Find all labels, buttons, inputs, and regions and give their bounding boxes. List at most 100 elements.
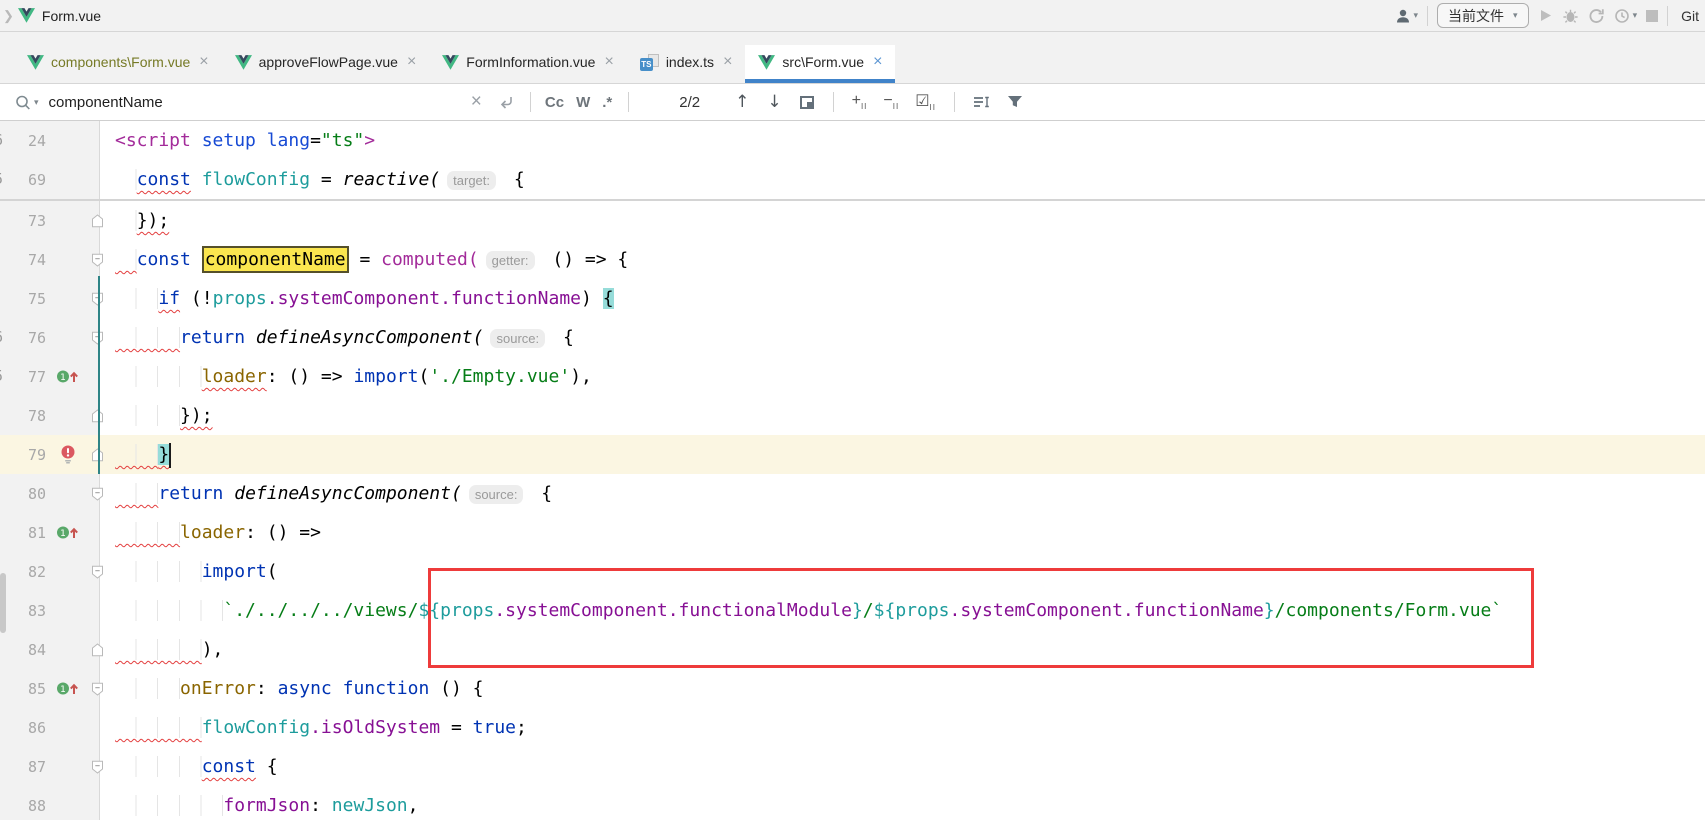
filter-icon[interactable] [999,95,1031,109]
code-line-73[interactable]: 73 }); [0,201,1705,240]
fold-down-icon[interactable] [90,253,115,267]
fold-up-icon[interactable] [90,448,115,462]
implementation-marker-icon[interactable]: 1 [46,680,90,697]
fold-down-icon[interactable] [90,331,115,345]
fold-down-icon[interactable] [90,565,115,579]
debug-button[interactable] [1562,8,1579,24]
clipped-edge-digit: 5 [0,367,3,385]
next-match-button[interactable]: ↓ [758,92,790,112]
code-line-74[interactable]: 74 const componentName = computed(getter… [0,240,1705,279]
code-line-86[interactable]: 86 flowConfig.isOldSystem = true; [0,708,1705,747]
search-input[interactable]: componentName [49,94,163,111]
code-line-69[interactable]: 69 const flowConfig = reactive(target: { [0,160,1705,199]
code-text: `./../../../views/${props.systemComponen… [115,591,1502,630]
tab-label: components\Form.vue [51,54,190,70]
rerun-coverage-button[interactable] [1588,8,1605,24]
line-number: 80 [0,485,46,503]
code-line-88[interactable]: 88 formJson: newJson, [0,786,1705,820]
close-tab-icon[interactable]: × [723,53,732,71]
code-text: formJson: newJson, [115,786,418,820]
words-toggle[interactable]: W [570,94,596,111]
vue-file-icon [18,8,35,23]
git-menu[interactable]: Git [1681,8,1699,24]
search-in-selection-button[interactable] [965,95,999,109]
code-line-82[interactable]: 82 import( [0,552,1705,591]
line-number: 73 [0,212,46,230]
code-text: <script setup lang="ts"> [115,121,375,160]
implementation-marker-icon[interactable]: 1 [46,368,90,385]
match-count: 2/2 [679,94,700,111]
implementation-marker-icon[interactable]: 1 [46,524,90,541]
previous-match-button[interactable]: ↑ [726,92,758,112]
fold-up-icon[interactable] [90,643,115,657]
code-line-79[interactable]: 79 } [0,435,1705,474]
add-selection-button[interactable]: +II [844,92,876,111]
remove-selection-button[interactable]: −II [875,92,907,111]
breadcrumb-chevron-icon: ❯ [3,8,14,24]
code-text: const { [115,747,278,786]
code-line-83[interactable]: 83 `./../../../views/${props.systemCompo… [0,591,1705,630]
code-line-87[interactable]: 87 const { [0,747,1705,786]
line-number: 87 [0,758,46,776]
error-marker-icon[interactable] [46,445,90,464]
code-line-78[interactable]: 78 }); [0,396,1705,435]
code-line-24[interactable]: 24<script setup lang="ts"> [0,121,1705,160]
code-text: onError: async function () { [115,669,484,708]
code-line-77[interactable]: 771 loader: () => import('./Empty.vue'), [0,357,1705,396]
svg-text:1: 1 [60,685,66,695]
code-text: return defineAsyncComponent(source: { [115,318,574,357]
open-in-find-window-button[interactable] [800,96,814,109]
close-tab-icon[interactable]: × [604,53,613,71]
chevron-down-icon: ▾ [1414,10,1419,21]
code-line-75[interactable]: 75 if (!props.systemComponent.functionNa… [0,279,1705,318]
select-all-occurrences-button[interactable]: ☑II [907,91,944,112]
editor-tab-FormInformation.vue[interactable]: FormInformation.vue× [429,45,627,83]
close-tab-icon[interactable]: × [407,53,416,71]
regex-toggle[interactable]: .* [596,94,618,111]
editor-tab-components-Form.vue[interactable]: components\Form.vue × [14,45,222,83]
close-tab-icon[interactable]: × [873,53,882,71]
typescript-file-icon: TS [640,54,659,71]
run-configuration-label: 当前文件 [1448,6,1504,26]
code-text: const flowConfig = reactive(target: { [115,160,525,199]
run-configuration-selector[interactable]: 当前文件 ▾ [1437,3,1529,28]
stop-button[interactable] [1646,10,1658,22]
user-account-button[interactable]: ▾ [1395,8,1419,24]
clear-search-icon[interactable]: × [463,91,490,113]
editor-tab-approveFlowPage.vue[interactable]: approveFlowPage.vue× [222,45,430,83]
fold-down-icon[interactable] [90,292,115,306]
code-line-76[interactable]: 76 return defineAsyncComponent(source: { [0,318,1705,357]
newline-icon[interactable] [490,94,522,110]
fold-down-icon[interactable] [90,760,115,774]
line-number: 86 [0,719,46,737]
fold-up-icon[interactable] [90,214,115,228]
window-titlebar: ❯ Form.vue ▾ 当前文件 ▾ ▾ Git [0,0,1705,32]
find-bar: ▾ componentName × Cc W .* 2/2 ↑ ↓ +II −I… [0,84,1705,121]
code-text: loader: () => [115,513,321,552]
editor-tab-src-Form.vue[interactable]: src\Form.vue× [745,45,895,83]
fold-up-icon[interactable] [90,409,115,423]
chevron-down-icon: ▾ [1633,10,1638,21]
match-case-toggle[interactable]: Cc [539,94,570,111]
fold-down-icon[interactable] [90,682,115,696]
fold-down-icon[interactable] [90,487,115,501]
close-tab-icon[interactable]: × [199,53,208,71]
divider [833,92,834,112]
code-line-85[interactable]: 85 1 onError: async function () { [0,669,1705,708]
line-number: 84 [0,641,46,659]
code-line-81[interactable]: 811 loader: () => [0,513,1705,552]
editor-tab-index.ts[interactable]: TSindex.ts× [627,45,746,83]
divider [628,92,629,112]
line-number: 81 [0,524,46,542]
run-button[interactable] [1538,8,1553,23]
search-icon[interactable]: ▾ [14,94,39,111]
code-text: loader: () => import('./Empty.vue'), [115,357,592,396]
line-number: 76 [0,329,46,347]
code-text: flowConfig.isOldSystem = true; [115,708,527,747]
code-line-84[interactable]: 84 ), [0,630,1705,669]
code-line-80[interactable]: 80 return defineAsyncComponent(source: { [0,474,1705,513]
scope-indicator [98,276,100,474]
profiler-button[interactable]: ▾ [1614,8,1638,24]
line-number: 85 [0,680,46,698]
code-editor[interactable]: 24<script setup lang="ts">69 const flowC… [0,121,1705,820]
